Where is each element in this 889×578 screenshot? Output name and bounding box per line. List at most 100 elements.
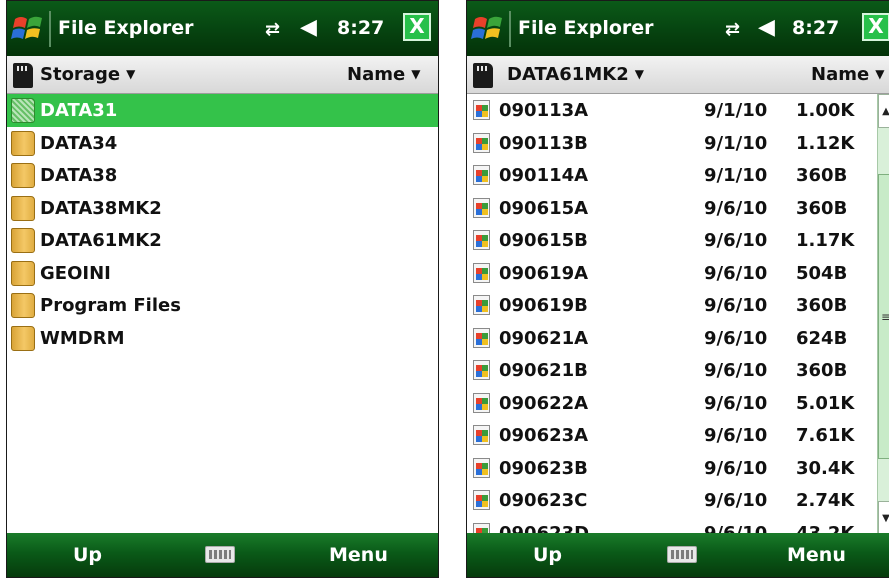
folder-label: Program Files <box>40 295 181 316</box>
clock-time[interactable]: 8:27 <box>792 17 839 39</box>
clock-time[interactable]: 8:27 <box>337 17 384 39</box>
up-softkey[interactable]: Up <box>533 544 562 566</box>
folder-label: DATA38 <box>40 165 118 186</box>
keyboard-icon[interactable] <box>205 546 235 563</box>
file-icon <box>473 230 490 250</box>
file-item[interactable]: 090113B 9/1/10 1.12K <box>467 127 877 160</box>
chevron-down-icon: ▼ <box>634 67 644 81</box>
folder-item[interactable]: DATA38MK2 <box>7 192 438 225</box>
speaker-icon[interactable]: ◀︎ <box>758 15 775 40</box>
file-size: 1.17K <box>796 230 855 251</box>
file-item[interactable]: 090623B 9/6/10 30.4K <box>467 452 877 485</box>
file-icon <box>473 360 490 380</box>
folder-label: DATA31 <box>40 100 118 121</box>
file-icon <box>473 295 490 315</box>
sd-card-icon <box>473 63 493 88</box>
file-name: 090621B <box>499 360 588 381</box>
location-dropdown[interactable]: DATA61MK2 ▼ <box>507 64 644 85</box>
sort-label: Name <box>811 64 870 85</box>
file-item[interactable]: 090114A 9/1/10 360B <box>467 159 877 192</box>
sort-dropdown[interactable]: Name ▼ <box>811 64 884 85</box>
folder-label: GEOINI <box>40 262 111 284</box>
folder-icon <box>11 163 35 188</box>
file-name: 090615A <box>499 197 589 219</box>
folder-label: DATA61MK2 <box>40 230 162 251</box>
close-button[interactable]: X <box>403 13 431 41</box>
chevron-down-icon: ▼ <box>411 67 421 81</box>
file-name: 090113B <box>499 132 588 154</box>
file-item[interactable]: 090615B 9/6/10 1.17K <box>467 224 877 257</box>
folder-item[interactable]: WMDRM <box>7 322 438 355</box>
folder-icon <box>11 325 35 351</box>
sort-dropdown[interactable]: Name ▼ <box>347 64 420 85</box>
connectivity-icon[interactable]: ⇄ <box>725 19 740 40</box>
file-item[interactable]: 090621A 9/6/10 624B <box>467 322 877 355</box>
file-name: 090113A <box>499 100 589 121</box>
folder-list: DATA31 DATA34 DATA38 DATA38MK2 DATA61MK2… <box>7 94 438 354</box>
soft-key-bar: Up Menu <box>7 533 438 577</box>
folder-item[interactable]: DATA34 <box>7 127 438 160</box>
folder-item[interactable]: DATA38 <box>7 159 438 192</box>
folder-icon <box>11 260 35 286</box>
keyboard-icon[interactable] <box>667 546 697 563</box>
folder-item[interactable]: Program Files <box>7 289 438 322</box>
folder-icon <box>11 98 35 123</box>
speaker-icon[interactable]: ◀︎ <box>300 15 317 40</box>
file-size: 1.00K <box>796 100 855 121</box>
chevron-down-icon: ▼ <box>126 67 136 81</box>
file-size: 360B <box>796 295 848 316</box>
file-item[interactable]: 090623A 9/6/10 7.61K <box>467 419 877 452</box>
file-date: 9/6/10 <box>704 230 768 251</box>
folder-label: DATA38MK2 <box>40 197 162 219</box>
file-date: 9/1/10 <box>704 132 768 154</box>
file-list: 090113A 9/1/10 1.00K 090113B 9/1/10 1.12… <box>467 94 877 535</box>
file-size: 360B <box>796 360 848 381</box>
folder-item[interactable]: GEOINI <box>7 257 438 290</box>
connectivity-icon[interactable]: ⇄ <box>265 19 280 40</box>
windows-logo-icon[interactable] <box>471 13 505 45</box>
folder-icon <box>11 293 35 318</box>
file-date: 9/6/10 <box>704 425 768 446</box>
file-name: 090619A <box>499 262 589 284</box>
file-icon <box>473 490 490 510</box>
file-size: 2.74K <box>796 490 855 511</box>
menu-softkey[interactable]: Menu <box>329 544 388 566</box>
location-label: Storage <box>40 64 121 85</box>
file-icon <box>473 100 490 120</box>
file-item[interactable]: 090619A 9/6/10 504B <box>467 257 877 290</box>
close-button[interactable]: X <box>862 13 889 41</box>
scroll-down-arrow[interactable]: ▼ <box>878 501 889 535</box>
location-dropdown[interactable]: Storage ▼ <box>40 64 135 85</box>
file-item[interactable]: 090113A 9/1/10 1.00K <box>467 94 877 127</box>
file-date: 9/6/10 <box>704 457 768 479</box>
file-date: 9/6/10 <box>704 490 768 511</box>
file-item[interactable]: 090622A 9/6/10 5.01K <box>467 387 877 420</box>
file-item[interactable]: 090619B 9/6/10 360B <box>467 289 877 322</box>
windows-logo-icon[interactable] <box>11 13 45 45</box>
vertical-scrollbar[interactable]: ▲ ≡ ▼ <box>877 94 889 535</box>
scroll-thumb[interactable]: ≡ <box>878 174 889 459</box>
file-size: 30.4K <box>796 457 855 479</box>
file-date: 9/1/10 <box>704 165 768 186</box>
file-icon <box>473 165 490 185</box>
up-softkey[interactable]: Up <box>73 544 102 566</box>
scroll-up-arrow[interactable]: ▲ <box>878 94 889 128</box>
file-size: 7.61K <box>796 425 855 446</box>
file-date: 9/1/10 <box>704 100 768 121</box>
folder-item[interactable]: DATA61MK2 <box>7 224 438 257</box>
file-item[interactable]: 090623C 9/6/10 2.74K <box>467 484 877 517</box>
file-name: 090623A <box>499 425 589 446</box>
file-item[interactable]: 090615A 9/6/10 360B <box>467 192 877 225</box>
file-date: 9/6/10 <box>704 392 768 414</box>
folder-item[interactable]: DATA31 <box>7 94 438 127</box>
file-icon <box>473 392 490 413</box>
app-title: File Explorer <box>58 17 194 39</box>
sort-label: Name <box>347 64 406 85</box>
file-size: 5.01K <box>796 392 855 414</box>
file-date: 9/6/10 <box>704 295 768 316</box>
menu-softkey[interactable]: Menu <box>787 544 846 566</box>
file-item[interactable]: 090621B 9/6/10 360B <box>467 354 877 387</box>
file-icon <box>473 132 490 153</box>
file-size: 360B <box>796 165 848 186</box>
file-name: 090623B <box>499 457 588 479</box>
